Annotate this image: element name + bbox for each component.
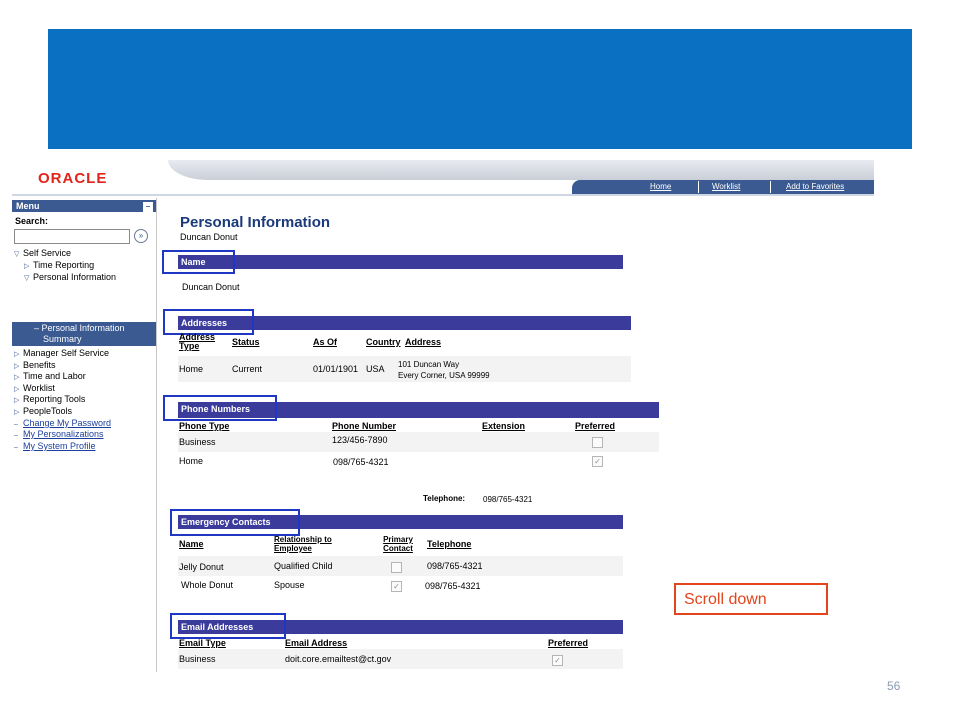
col-relationship[interactable]: Relationship to Employee — [274, 535, 354, 553]
menu-item-reporting-tools[interactable]: ▷ Reporting Tools — [14, 394, 85, 404]
col-preferred[interactable]: Preferred — [575, 422, 615, 431]
header-band — [168, 160, 874, 180]
menu-item-self-service[interactable]: ▽ Self Service — [14, 248, 71, 258]
phone-number: 123/456-7890 — [332, 435, 388, 445]
col-status[interactable]: Status — [232, 338, 260, 347]
email-type: Business — [179, 654, 216, 664]
menu-item-manager-self-service[interactable]: ▷ Manager Self Service — [14, 348, 109, 358]
collapsed-triangle-icon: ▷ — [14, 363, 20, 370]
col-contact-name[interactable]: Name — [179, 540, 204, 549]
phone-highlight — [163, 395, 277, 421]
preferred-checkbox[interactable] — [592, 437, 603, 448]
telephone-label: Telephone: — [423, 494, 466, 503]
address-status: Current — [232, 364, 263, 374]
top-nav: Home Worklist Add to Favorites — [572, 180, 874, 194]
primary-contact-checkbox[interactable]: ✓ — [391, 581, 402, 592]
table-row — [178, 432, 659, 452]
menu-selected-label: – Personal Information — [34, 323, 125, 333]
nav-separator — [698, 181, 699, 193]
contact-relationship: Spouse — [274, 580, 305, 590]
page-title: Personal Information — [180, 214, 331, 231]
email-highlight — [170, 613, 286, 639]
telephone-value: 098/765-4321 — [483, 495, 533, 504]
col-email-preferred[interactable]: Preferred — [548, 639, 588, 648]
contact-name: Whole Donut — [181, 580, 234, 590]
collapsed-triangle-icon: ▷ — [14, 409, 20, 416]
email-preferred-checkbox[interactable]: ✓ — [552, 655, 563, 666]
expanded-triangle-icon: ▽ — [24, 275, 30, 282]
menu-item-time-and-labor[interactable]: ▷ Time and Labor — [14, 371, 86, 381]
col-telephone[interactable]: Telephone — [427, 540, 471, 549]
oracle-logo: ORACLE — [38, 170, 108, 187]
nav-separator — [770, 181, 771, 193]
contact-phone: 098/765-4321 — [427, 561, 483, 571]
nav-favorites-link[interactable]: Add to Favorites — [786, 182, 844, 191]
col-address-type[interactable]: Address Type — [179, 333, 219, 351]
menu-link-change-password[interactable]: – Change My Password — [14, 418, 111, 428]
collapse-icon[interactable]: − — [143, 202, 153, 212]
nav-worklist-link[interactable]: Worklist — [712, 182, 740, 191]
menu-search-input[interactable] — [14, 229, 130, 244]
menu-item-personal-information-summary[interactable]: – Personal Information Summary — [12, 322, 156, 346]
name-value: Duncan Donut — [182, 282, 240, 292]
nav-home-link[interactable]: Home — [650, 182, 671, 191]
address-country: USA — [366, 364, 385, 374]
col-email-type[interactable]: Email Type — [179, 639, 226, 648]
dash-icon: – — [14, 432, 18, 439]
phone-type: Business — [179, 437, 216, 447]
emergency-highlight — [170, 509, 300, 536]
col-phone-number[interactable]: Phone Number — [332, 422, 396, 431]
dash-icon: – — [14, 421, 18, 428]
col-phone-type[interactable]: Phone Type — [179, 422, 229, 431]
left-menu: Menu − Search: » ▽ Self Service ▷ Time Rep… — [12, 198, 157, 672]
menu-link-my-personalizations[interactable]: – My Personalizations — [14, 429, 104, 439]
col-primary-contact[interactable]: Primary Contact — [376, 535, 420, 553]
address-type: Home — [179, 364, 204, 374]
menu-item-time-reporting[interactable]: ▷ Time Reporting — [24, 260, 94, 270]
name-highlight — [162, 250, 235, 274]
menu-item-worklist[interactable]: ▷ Worklist — [14, 383, 55, 393]
collapsed-triangle-icon: ▷ — [24, 263, 30, 270]
address-as-of: 01/01/1901 — [313, 364, 359, 374]
scroll-down-callout: Scroll down — [674, 583, 828, 615]
menu-item-benefits[interactable]: ▷ Benefits — [14, 360, 56, 370]
menu-title: Menu — [16, 201, 40, 211]
phone-type: Home — [179, 456, 204, 466]
contact-relationship: Qualified Child — [274, 561, 333, 571]
menu-link-my-system-profile[interactable]: – My System Profile — [14, 441, 96, 451]
col-country[interactable]: Country — [366, 338, 401, 347]
preferred-checkbox[interactable]: ✓ — [592, 456, 603, 467]
col-extension[interactable]: Extension — [482, 422, 525, 431]
employee-name: Duncan Donut — [180, 232, 238, 242]
menu-item-peopletools[interactable]: ▷ PeopleTools — [14, 406, 72, 416]
slide-banner — [48, 29, 912, 149]
header-rule — [12, 194, 874, 196]
collapsed-triangle-icon: ▷ — [14, 397, 20, 404]
menu-header: Menu − — [12, 200, 156, 212]
col-as-of[interactable]: As Of — [313, 338, 337, 347]
primary-contact-checkbox[interactable] — [391, 562, 402, 573]
menu-item-personal-information[interactable]: ▽ Personal Information — [24, 272, 116, 282]
name-section-bar: Name — [178, 255, 623, 269]
search-label: Search: — [15, 216, 49, 226]
contact-name: Jelly Donut — [179, 562, 224, 572]
address-line1: 101 Duncan Way — [398, 360, 460, 369]
collapsed-triangle-icon: ▷ — [14, 386, 20, 393]
collapsed-triangle-icon: ▷ — [14, 374, 20, 381]
slide-number: 56 — [887, 679, 901, 693]
col-address[interactable]: Address — [405, 338, 441, 347]
dash-icon: – — [14, 444, 18, 451]
address-line2: Every Corner, USA 99999 — [398, 371, 490, 380]
phone-number: 098/765-4321 — [333, 457, 389, 467]
collapsed-triangle-icon: ▷ — [14, 351, 20, 358]
menu-selected-label: Summary — [43, 334, 82, 344]
email-address: doit.core.emailtest@ct.gov — [285, 654, 392, 664]
col-email-address[interactable]: Email Address — [285, 639, 347, 648]
search-go-icon[interactable]: » — [134, 229, 148, 243]
contact-phone: 098/765-4321 — [425, 581, 481, 591]
expanded-triangle-icon: ▽ — [14, 251, 20, 258]
